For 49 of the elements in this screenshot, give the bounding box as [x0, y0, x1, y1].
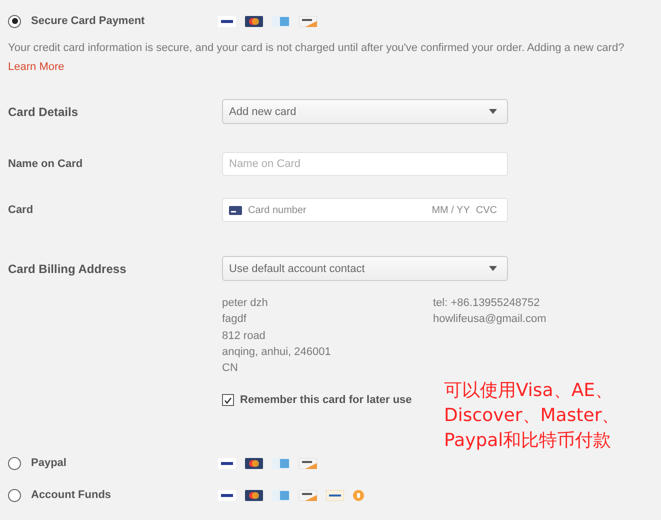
visa-logo-icon	[218, 458, 236, 469]
annotation-text: Discover、Master、	[444, 404, 620, 428]
payment-method-label: Paypal	[31, 457, 68, 470]
expiry-placeholder: MM / YY	[432, 204, 470, 216]
credit-card-icon	[229, 206, 242, 214]
address-line: fagdf	[222, 312, 248, 328]
field-label: Card Details	[8, 104, 80, 118]
payment-method-label: Secure Card Payment	[31, 15, 146, 27]
mastercard-logo-icon	[245, 16, 263, 26]
caret-icon	[489, 109, 497, 114]
field-label: Name on Card	[8, 158, 84, 170]
discover-logo-icon	[299, 16, 317, 26]
visa-logo-icon	[218, 490, 236, 501]
annotation-text: 可以使用Visa、AE、	[444, 379, 614, 403]
radio-button[interactable]	[8, 14, 21, 28]
address-line: CN	[222, 361, 239, 376]
visa-logo-icon	[218, 16, 236, 26]
dropdown[interactable]: Use default account contact	[222, 256, 508, 281]
checkbox-label: Remember this card for later use	[240, 394, 412, 406]
input-field[interactable]: Name on Card	[222, 152, 508, 176]
annotation-text: Paypal和比特币付款	[444, 429, 612, 453]
amex-logo-icon	[272, 458, 290, 469]
mastercard-logo-icon	[245, 490, 263, 501]
contact-line: howlifeusa@gmail.com	[433, 312, 548, 328]
card-number-placeholder: Card number	[248, 204, 308, 216]
radio-button[interactable]	[8, 488, 21, 502]
checkbox[interactable]	[222, 394, 234, 406]
discover-logo-icon	[299, 490, 317, 501]
field-label: Card Billing Address	[8, 262, 128, 276]
contact-line: tel: +86.13955248752	[433, 296, 541, 311]
address-line: 812 road	[222, 328, 266, 344]
discover-logo-icon	[299, 458, 317, 469]
card-input-field[interactable]: Card number MM / YY CVC	[222, 198, 508, 222]
caret-icon	[489, 266, 497, 271]
amex-logo-icon	[272, 490, 290, 501]
check-icon	[224, 396, 232, 404]
mastercard-logo-icon	[245, 458, 263, 469]
field-label: Card	[8, 204, 34, 216]
address-line: peter dzh	[222, 296, 269, 311]
bitcoin-icon	[353, 490, 364, 501]
payment-method-label: Account Funds	[31, 489, 112, 502]
description-text: Your credit card information is secure, and your card is not charged until after you've confirmed your order. Adding a new card?	[8, 41, 626, 56]
paypal-logo-icon	[326, 490, 344, 501]
dropdown[interactable]: Add new card	[222, 99, 508, 124]
address-line: anqing, anhui, 246001	[222, 344, 332, 360]
radio-button[interactable]	[8, 456, 21, 470]
learn-more-link[interactable]: Learn More	[8, 61, 64, 73]
cvc-placeholder: CVC	[476, 204, 497, 216]
amex-logo-icon	[272, 16, 290, 26]
